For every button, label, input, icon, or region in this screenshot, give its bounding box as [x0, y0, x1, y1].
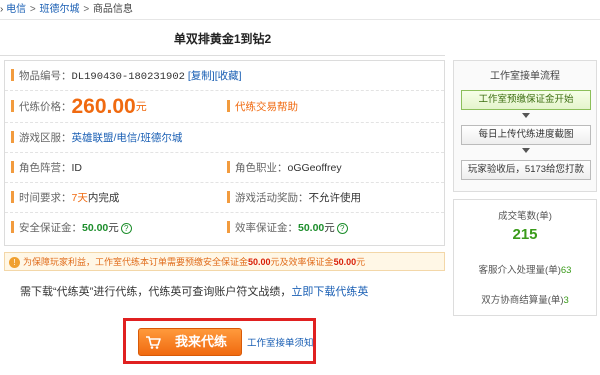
arrow-down-icon — [522, 113, 530, 118]
breadcrumb-prefix: › — [0, 4, 4, 15]
info-row-deposit: 安全保证金：50.00元? 效率保证金：50.00元? — [5, 213, 444, 243]
trade-help-cell: 代练交易帮助 — [227, 91, 298, 123]
breadcrumb-current: 商品信息 — [92, 4, 133, 15]
safe-deposit-label: 安全保证金： — [19, 222, 82, 234]
bullet-marker — [11, 191, 14, 204]
service-value: 63 — [560, 265, 572, 276]
download-hint: 需下载“代练英”进行代练，代练英可查询账户符文战绩，立即下载代练英 — [20, 283, 368, 299]
reward-cell: 游戏活动奖励：不允许使用 — [227, 183, 361, 213]
time-suffix: 内完成 — [87, 192, 120, 204]
job-label: 角色职业： — [235, 162, 288, 174]
deals-label: 成交笔数(单) — [498, 211, 552, 222]
breadcrumb-separator: > — [83, 4, 90, 15]
bullet-marker — [227, 100, 230, 113]
reward-value: 不允许使用 — [308, 192, 362, 204]
info-row-role: 角色阵营：ID 角色职业：oGGeoffrey — [5, 153, 444, 183]
order-info-panel: 物品编号：DL190430-180231902 [复制][收藏] 代练价格：26… — [4, 60, 445, 246]
safe-deposit-value: 50.00 — [82, 222, 109, 234]
price-label: 代练价格： — [19, 101, 72, 113]
bullet-marker — [11, 100, 14, 113]
download-link[interactable]: 立即下载代练英 — [291, 286, 368, 298]
time-days: 7天 — [71, 192, 88, 204]
service-label: 客服介入处理量(单) — [478, 265, 561, 276]
page-title: 单双排黄金1到钻2 — [0, 22, 445, 56]
copy-link[interactable]: [复制] — [188, 70, 215, 82]
warning-icon: ! — [9, 257, 20, 269]
eff-deposit-cell: 效率保证金：50.00元? — [227, 213, 348, 243]
info-row-server: 游戏区服：英雄联盟/电信/班德尔城 — [5, 123, 444, 153]
breadcrumb-separator: > — [29, 4, 36, 15]
deals-value: 215 — [512, 226, 538, 243]
order-no-cell: 物品编号：DL190430-180231902 [复制][收藏] — [11, 61, 242, 91]
price-unit: 元 — [135, 101, 147, 113]
notice-text-b: 元及效率保证金 — [270, 257, 334, 267]
take-order-button[interactable]: 我来代练 — [138, 328, 242, 356]
bullet-marker — [11, 161, 14, 174]
eff-deposit-value: 50.00 — [298, 222, 325, 234]
reward-label: 游戏活动奖励： — [235, 192, 309, 204]
breadcrumb: › 电信 > 班德尔城 > 商品信息 — [0, 0, 600, 20]
order-no-label: 物品编号： — [19, 70, 72, 82]
job-cell: 角色职业：oGGeoffrey — [227, 153, 342, 183]
bullet-marker — [11, 221, 14, 234]
info-row-time: 时间要求：7天内完成 游戏活动奖励：不允许使用 — [5, 183, 444, 213]
studio-notice-link[interactable]: 工作室接单须知 — [247, 335, 314, 349]
time-label: 时间要求： — [19, 192, 72, 204]
order-no-value: DL190430-180231902 — [71, 71, 185, 83]
eff-deposit-label: 效率保证金： — [235, 222, 298, 234]
bullet-marker — [227, 161, 230, 174]
download-text: 需下载“代练英”进行代练，代练英可查询账户符文战绩， — [20, 286, 292, 298]
time-cell: 时间要求：7天内完成 — [11, 183, 119, 213]
safe-deposit-unit: 元 — [108, 222, 119, 234]
notice-text-a: 为保障玩家利益，工作室代练本订单需要预缴安全保证金 — [23, 257, 249, 267]
cart-icon — [146, 336, 161, 349]
cta-highlight-box: 我来代练 工作室接单须知 — [123, 318, 316, 364]
flow-step-upload[interactable]: 每日上传代练进度截图 — [461, 125, 591, 145]
trade-help-link[interactable]: 代练交易帮助 — [235, 101, 298, 113]
price-cell: 代练价格：260.00元 — [11, 91, 147, 123]
camp-label: 角色阵营： — [19, 162, 72, 174]
bullet-marker — [227, 221, 230, 234]
camp-value: ID — [71, 162, 83, 174]
eff-deposit-unit: 元 — [324, 222, 335, 234]
notice-amount-a: 50.00 — [248, 257, 271, 267]
breadcrumb-link-server[interactable]: 班德尔城 — [40, 4, 80, 15]
breadcrumb-link-telecom[interactable]: 电信 — [6, 4, 26, 15]
help-icon[interactable]: ? — [336, 222, 348, 234]
favorite-link[interactable]: [收藏] — [215, 70, 242, 82]
flow-title: 工作室接单流程 — [490, 71, 560, 82]
server-label: 游戏区服： — [19, 132, 72, 144]
negotiate-stat: 双方协商结算量(单)3 — [454, 292, 596, 306]
arrow-down-icon — [522, 148, 530, 153]
info-row-order-no: 物品编号：DL190430-180231902 [复制][收藏] — [5, 61, 444, 91]
negotiate-label: 双方协商结算量(单) — [481, 295, 564, 306]
deposit-notice: ! 为保障玩家利益，工作室代练本订单需要预缴安全保证金50.00元及效率保证金50… — [4, 252, 445, 271]
safe-deposit-cell: 安全保证金：50.00元? — [11, 213, 132, 243]
help-icon[interactable]: ? — [120, 222, 132, 234]
job-value: oGGeoffrey — [287, 162, 342, 174]
bullet-marker — [11, 131, 14, 144]
bullet-marker — [11, 69, 14, 82]
notice-amount-b: 50.00 — [333, 257, 357, 267]
service-stat: 客服介入处理量(单)63 — [454, 262, 596, 276]
flow-step-payment[interactable]: 玩家验收后，5173给您打款 — [461, 160, 591, 180]
flow-step-deposit[interactable]: 工作室预缴保证金开始 — [461, 90, 591, 110]
server-cell: 游戏区服：英雄联盟/电信/班德尔城 — [11, 123, 182, 153]
stats-panel: 成交笔数(单) 215 客服介入处理量(单)63 双方协商结算量(单)3 — [453, 199, 597, 316]
studio-flow-panel: 工作室接单流程 工作室预缴保证金开始 每日上传代练进度截图 玩家验收后，5173… — [453, 60, 597, 192]
camp-cell: 角色阵营：ID — [11, 153, 82, 183]
server-value-link[interactable]: 英雄联盟/电信/班德尔城 — [72, 132, 183, 144]
notice-text-c: 元 — [356, 257, 366, 267]
bullet-marker — [227, 191, 230, 204]
take-order-label: 我来代练 — [174, 334, 227, 349]
info-row-price: 代练价格：260.00元 代练交易帮助 — [5, 91, 444, 123]
negotiate-value: 3 — [563, 295, 569, 306]
price-value: 260.00 — [71, 95, 136, 119]
